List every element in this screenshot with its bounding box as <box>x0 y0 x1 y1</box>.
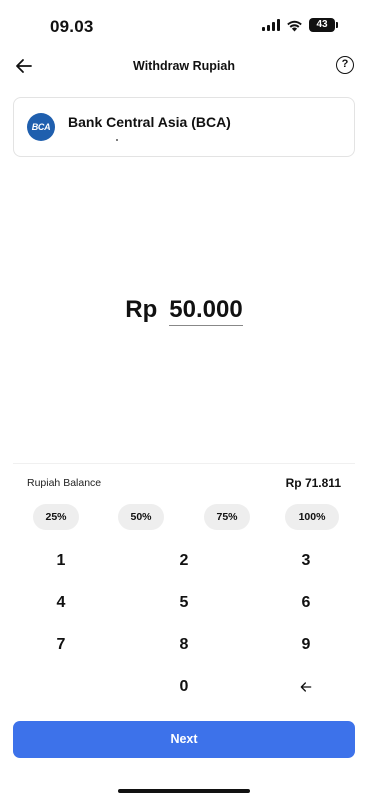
status-bar: 09.03 43 <box>0 0 368 50</box>
amount-display: Rp 50.000 <box>0 296 368 326</box>
percent-50-button[interactable]: 50% <box>118 504 164 530</box>
header: Withdraw Rupiah ? <box>0 52 368 82</box>
cellular-signal-icon <box>262 19 280 31</box>
balance-value: Rp 71.811 <box>285 476 341 490</box>
percent-options: 25% 50% 75% 100% <box>0 504 368 530</box>
home-indicator <box>118 789 250 793</box>
key-5[interactable]: 5 <box>154 586 214 620</box>
percent-25-button[interactable]: 25% <box>33 504 79 530</box>
key-7[interactable]: 7 <box>31 628 91 662</box>
account-number-mask <box>116 139 118 141</box>
key-2[interactable]: 2 <box>154 544 214 578</box>
key-1[interactable]: 1 <box>31 544 91 578</box>
key-9[interactable]: 9 <box>276 628 336 662</box>
amount-currency: Rp <box>125 296 158 323</box>
bank-name: Bank Central Asia (BCA) <box>68 114 231 130</box>
key-6[interactable]: 6 <box>276 586 336 620</box>
percent-75-button[interactable]: 75% <box>204 504 250 530</box>
key-3[interactable]: 3 <box>276 544 336 578</box>
bank-logo: BCA <box>27 113 55 141</box>
key-4[interactable]: 4 <box>31 586 91 620</box>
key-0[interactable]: 0 <box>154 670 214 704</box>
wifi-icon <box>287 20 302 31</box>
battery-icon: 43 <box>309 18 338 32</box>
arrow-left-icon <box>300 682 312 692</box>
question-circle-icon: ? <box>341 58 349 70</box>
balance-label: Rupiah Balance <box>27 477 102 489</box>
backspace-button[interactable] <box>276 670 336 704</box>
next-button[interactable]: Next <box>13 721 355 758</box>
divider <box>13 463 355 464</box>
help-button[interactable]: ? <box>336 56 354 74</box>
key-8[interactable]: 8 <box>154 628 214 662</box>
bank-account-card[interactable]: BCA Bank Central Asia (BCA) <box>13 97 355 157</box>
amount-input[interactable]: 50.000 <box>169 296 243 326</box>
status-time: 09.03 <box>50 17 94 36</box>
status-icons: 43 <box>262 18 338 32</box>
page-title: Withdraw Rupiah <box>133 59 235 73</box>
percent-100-button[interactable]: 100% <box>285 504 339 530</box>
